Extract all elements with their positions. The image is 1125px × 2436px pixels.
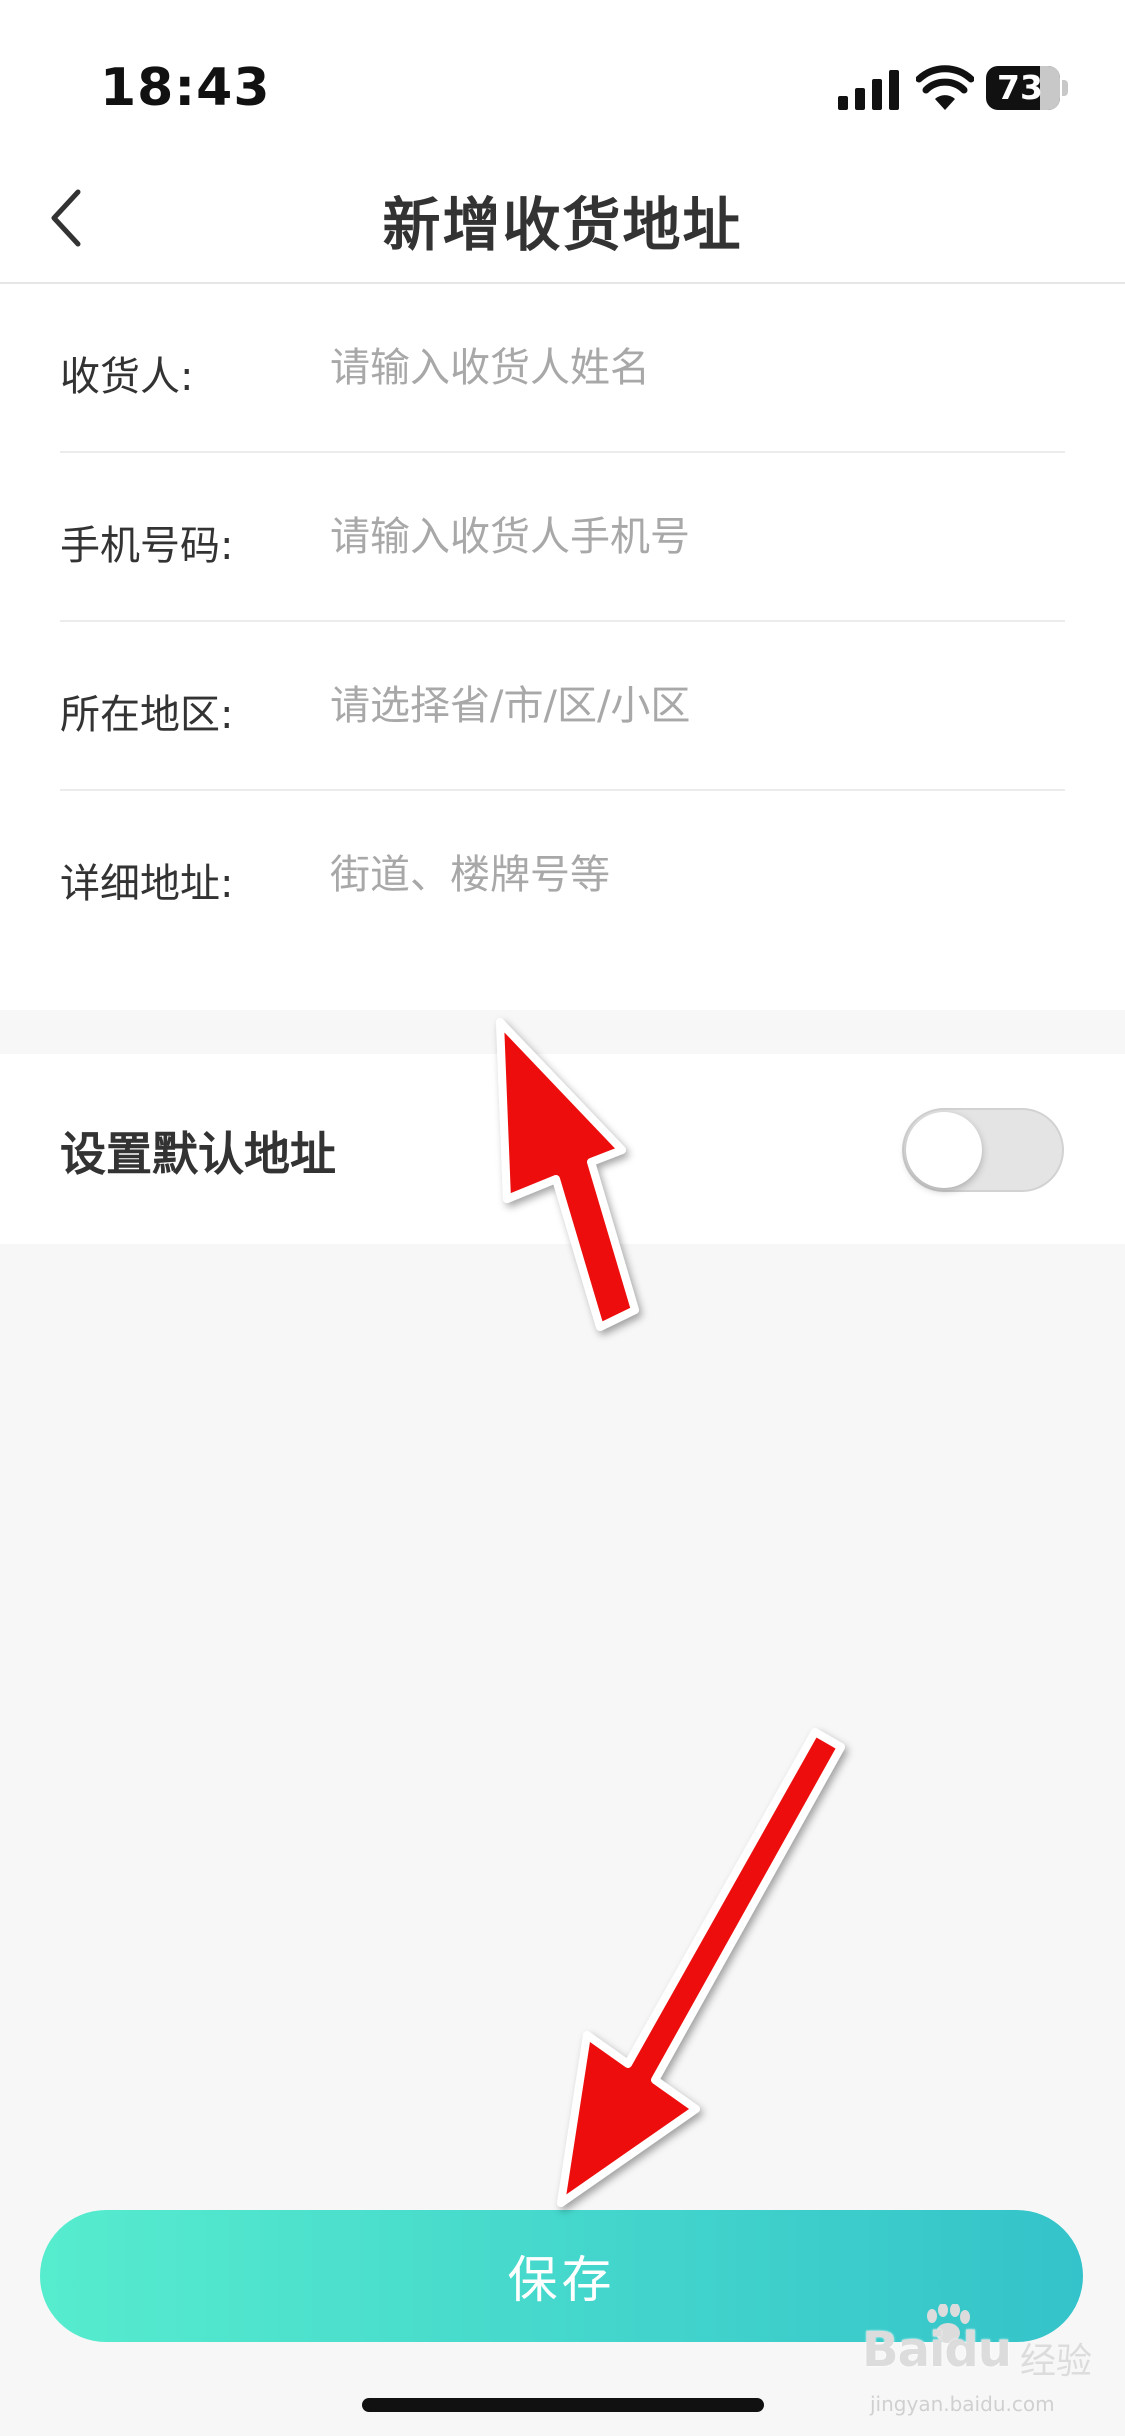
form-row-recipient: 收货人: — [60, 284, 1065, 453]
default-address-label: 设置默认地址 — [60, 1127, 336, 1181]
home-indicator — [362, 2398, 764, 2412]
battery-cap — [1062, 80, 1068, 96]
page-title: 新增收货地址 — [382, 191, 743, 259]
watermark-logo: Baidu — [862, 2322, 1012, 2378]
recipient-name-input[interactable] — [330, 328, 1060, 408]
watermark-text: 经验 — [1020, 2341, 1093, 2382]
recipient-label: 收货人: — [60, 354, 194, 400]
detail-address-input[interactable] — [330, 835, 1060, 915]
default-address-toggle[interactable] — [902, 1108, 1064, 1192]
form-row-phone: 手机号码: — [60, 453, 1065, 622]
arrow-down-icon — [557, 1728, 845, 2207]
status-time: 18:43 — [100, 58, 271, 118]
region-select-input[interactable] — [330, 666, 1060, 746]
toggle-knob — [906, 1112, 982, 1188]
status-bar: 18:43 73 — [0, 0, 1125, 150]
battery-body: 73 — [986, 66, 1060, 110]
form-row-detail: 详细地址: — [60, 791, 1065, 960]
region-label: 所在地区: — [60, 692, 234, 738]
wifi-icon — [916, 65, 974, 110]
cellular-signal-icon — [838, 70, 899, 110]
detail-address-label: 详细地址: — [60, 861, 234, 907]
form-row-region: 所在地区: — [60, 622, 1065, 791]
nav-bar: 新增收货地址 — [0, 150, 1125, 284]
baidu-watermark: Baidu 经验 jingyan.baidu.com — [862, 2304, 1124, 2428]
battery-icon: 73 — [986, 66, 1068, 110]
default-address-row: 设置默认地址 — [0, 1054, 1125, 1244]
battery-level: 73 — [997, 68, 1043, 107]
address-form: 收货人: 手机号码: 所在地区: 详细地址: — [0, 284, 1125, 1010]
phone-number-input[interactable] — [330, 497, 1060, 577]
watermark-url: jingyan.baidu.com — [870, 2392, 1055, 2416]
phone-label: 手机号码: — [60, 523, 234, 569]
